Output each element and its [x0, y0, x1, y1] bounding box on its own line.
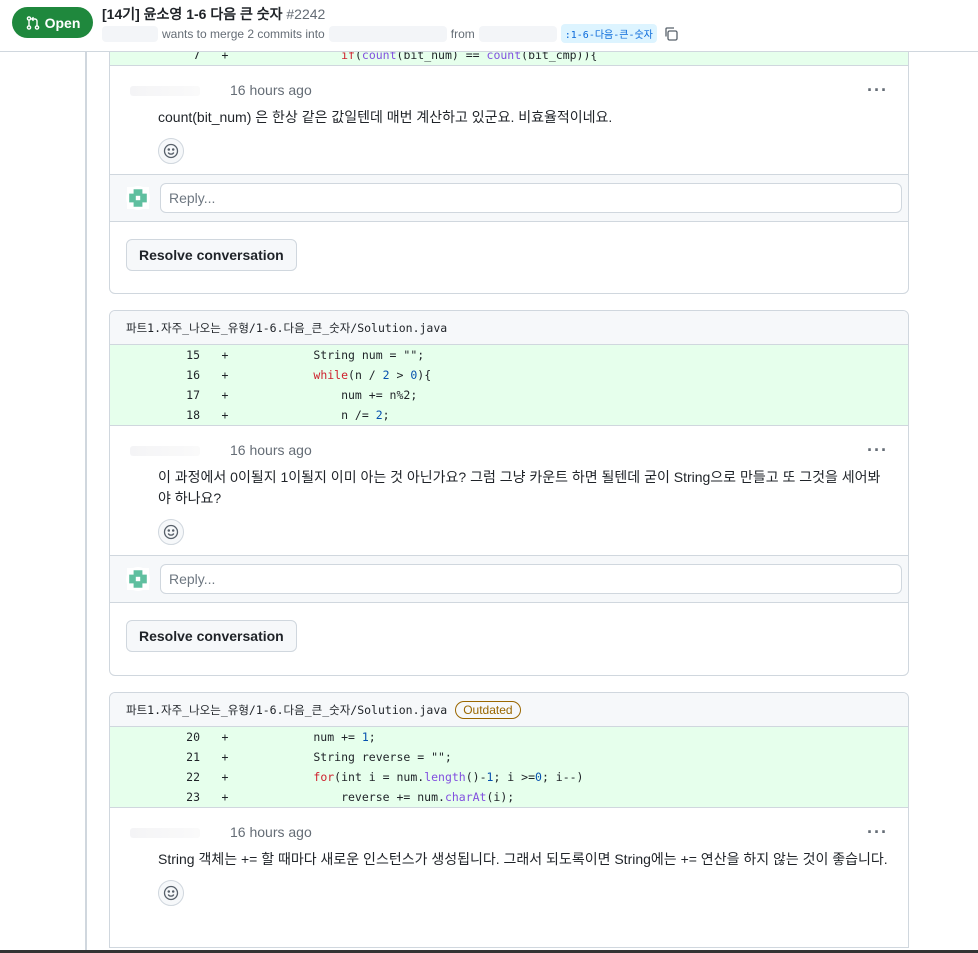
author-blur — [130, 86, 200, 96]
head-branch[interactable]: :1-6-다음-큰-숫자 — [560, 24, 657, 43]
review-thread-1: 7 + if(count(bit_num) == count(bit_cmp))… — [109, 32, 909, 294]
more-options-icon[interactable]: ··· — [867, 440, 888, 461]
reply-bar: Reply... — [110, 174, 908, 222]
git-pull-request-icon — [26, 15, 39, 30]
timeline-rail — [85, 52, 87, 953]
author-blur — [102, 25, 158, 42]
base-branch[interactable] — [328, 25, 447, 42]
diff-sign: + — [221, 730, 229, 744]
diff-line: 21 + String reverse = ""; — [110, 747, 908, 767]
copy-icon[interactable] — [663, 26, 679, 42]
code-text: String num = ""; — [258, 348, 425, 362]
line-number: 18 — [186, 408, 200, 422]
diff-sign: + — [221, 790, 229, 804]
comment-timestamp[interactable]: 16 hours ago — [230, 824, 892, 840]
diff-sign: + — [221, 348, 229, 362]
add-reaction-button[interactable] — [158, 138, 184, 164]
outdated-badge: Outdated — [455, 700, 521, 719]
status-label: Open — [44, 14, 81, 31]
diff-line: 17 + num += n%2; — [110, 385, 908, 405]
reply-input[interactable]: Reply... — [160, 564, 902, 594]
file-path-header: 파트1.자주_나오는_유형/1-6.다음_큰_숫자/Solution.java — [110, 311, 908, 345]
diff-line: 22 + for(int i = num.length()-1; i >=0; … — [110, 767, 908, 787]
resolve-row: Resolve conversation — [110, 222, 908, 288]
head-repo[interactable] — [478, 25, 557, 42]
code-text: while(n / 2 > 0){ — [313, 368, 432, 382]
more-options-icon[interactable]: ··· — [867, 822, 888, 843]
pr-title: [14기] 윤소영 1-6 다음 큰 숫자 #2242 — [102, 4, 325, 24]
pr-number[interactable]: #2242 — [286, 6, 325, 22]
diff-sign: + — [221, 750, 229, 764]
resolve-conversation-button[interactable]: Resolve conversation — [126, 239, 297, 271]
line-number: 23 — [186, 790, 200, 804]
comment-body: 이 과정에서 0이될지 1이될지 이미 아는 것 아닌가요? 그럼 그냥 카운트… — [158, 469, 881, 506]
add-reaction-button[interactable] — [158, 880, 184, 906]
code-text: num += 1; — [258, 730, 376, 744]
comment-body: String 객체는 += 할 때마다 새로운 인스턴스가 생성됩니다. 그래서… — [158, 851, 888, 867]
code-text: num += n%2; — [258, 388, 418, 402]
comment-timestamp[interactable]: 16 hours ago — [230, 82, 892, 98]
review-thread-2: 파트1.자주_나오는_유형/1-6.다음_큰_숫자/Solution.java … — [109, 310, 909, 676]
resolve-conversation-button[interactable]: Resolve conversation — [126, 620, 297, 652]
line-number: 16 — [186, 368, 200, 382]
diff-sign: + — [221, 408, 229, 422]
pr-title-text: [14기] 윤소영 1-6 다음 큰 숫자 — [102, 6, 283, 22]
review-thread-3: 파트1.자주_나오는_유형/1-6.다음_큰_숫자/Solution.java … — [109, 692, 909, 948]
diff-line: 23 + reverse += num.charAt(i); — [110, 787, 908, 807]
status-badge: Open — [12, 7, 93, 38]
smiley-icon — [163, 524, 179, 540]
comment-timestamp[interactable]: 16 hours ago — [230, 442, 892, 458]
reply-input[interactable]: Reply... — [160, 183, 902, 213]
smiley-icon — [163, 143, 179, 159]
user-avatar — [126, 186, 150, 210]
pr-header: Open [14기] 윤소영 1-6 다음 큰 숫자 #2242 wants t… — [0, 0, 978, 52]
file-path-link[interactable]: 파트1.자주_나오는_유형/1-6.다음_큰_숫자/Solution.java — [126, 702, 447, 718]
line-number: 17 — [186, 388, 200, 402]
file-path-header: 파트1.자주_나오는_유형/1-6.다음_큰_숫자/Solution.java … — [110, 693, 908, 727]
diff-hunk: 15 + String num = ""; 16 + while(n / 2 >… — [110, 345, 908, 426]
line-number: 15 — [186, 348, 200, 362]
file-path-link[interactable]: 파트1.자주_나오는_유형/1-6.다음_큰_숫자/Solution.java — [126, 320, 447, 336]
from-text: from — [450, 26, 475, 41]
author-blur — [130, 828, 200, 838]
pr-meta: wants to merge 2 commits into from :1-6-… — [102, 24, 679, 43]
review-comment: 16 hours ago ··· String 객체는 += 할 때마다 새로운… — [110, 808, 908, 916]
line-number: 22 — [186, 770, 200, 784]
comment-body: count(bit_num) 은 한상 같은 값일텐데 매번 계산하고 있군요.… — [158, 109, 613, 125]
resolve-row: Resolve conversation — [110, 603, 908, 669]
code-text: String reverse = ""; — [258, 750, 452, 764]
diff-sign: + — [221, 770, 229, 784]
merge-text: wants to merge 2 commits into — [162, 26, 325, 41]
code-text: n /= 2; — [258, 408, 390, 422]
line-number: 20 — [186, 730, 200, 744]
code-text: for(int i = num.length()-1; i >=0; i--) — [313, 770, 584, 784]
diff-line: 15 + String num = ""; — [110, 345, 908, 365]
diff-line: 18 + n /= 2; — [110, 405, 908, 425]
add-reaction-button[interactable] — [158, 519, 184, 545]
diff-line: 16 + while(n / 2 > 0){ — [110, 365, 908, 385]
line-number: 21 — [186, 750, 200, 764]
reply-bar: Reply... — [110, 555, 908, 603]
code-text: reverse += num.charAt(i); — [258, 790, 515, 804]
review-comment: 16 hours ago ··· count(bit_num) 은 한상 같은 … — [110, 66, 908, 174]
diff-sign: + — [221, 368, 229, 382]
author-blur — [130, 446, 200, 456]
more-options-icon[interactable]: ··· — [867, 80, 888, 101]
user-avatar — [126, 567, 150, 591]
review-comment: 16 hours ago ··· 이 과정에서 0이될지 1이될지 이미 아는 … — [110, 426, 908, 555]
diff-sign: + — [221, 388, 229, 402]
diff-line: 20 + num += 1; — [110, 727, 908, 747]
smiley-icon — [163, 885, 179, 901]
diff-hunk: 20 + num += 1; 21 + String reverse = "";… — [110, 727, 908, 808]
